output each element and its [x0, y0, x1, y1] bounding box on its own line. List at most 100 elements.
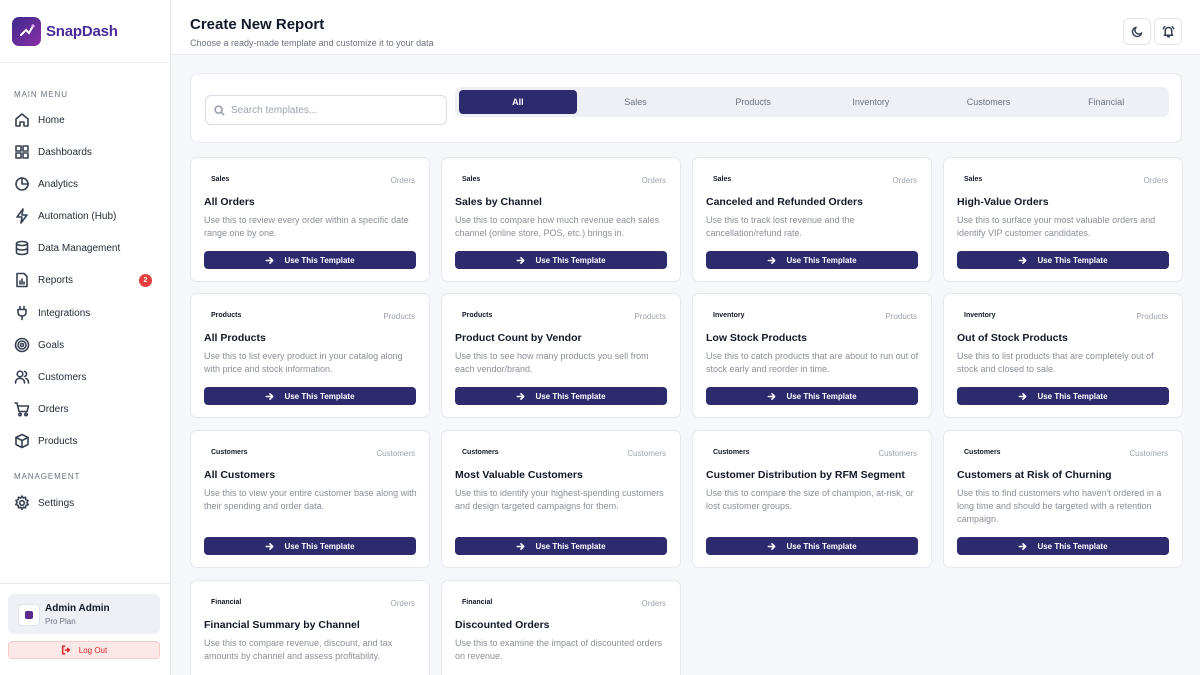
- template-title: All Customers: [204, 469, 276, 481]
- tab-inventory[interactable]: Inventory: [812, 90, 930, 114]
- template-source: Customers: [376, 449, 415, 458]
- template-source: Products: [885, 312, 917, 321]
- report-icon: [16, 272, 28, 288]
- sidebar-item-settings[interactable]: Settings: [14, 493, 164, 513]
- template-description: Use this to catch products that are abou…: [706, 351, 919, 374]
- template-source: Products: [1136, 312, 1168, 321]
- template-category: Inventory: [964, 312, 996, 319]
- template-description: Use this to view your entire customer ba…: [204, 488, 417, 511]
- template-category: Sales: [964, 176, 983, 183]
- template-source: Orders: [641, 176, 666, 185]
- template-title: Canceled and Refunded Orders: [706, 196, 863, 208]
- sidebar-item-label: Integrations: [38, 307, 91, 319]
- use-template-label: Use This Template: [786, 255, 857, 265]
- template-category: Products: [211, 312, 242, 319]
- template-source: Customers: [878, 449, 917, 458]
- use-template-button[interactable]: Use This Template: [204, 387, 416, 405]
- arrow-right-icon: [516, 542, 525, 550]
- use-template-button[interactable]: Use This Template: [706, 387, 918, 405]
- use-template-button[interactable]: Use This Template: [455, 537, 667, 555]
- use-template-button[interactable]: Use This Template: [455, 251, 667, 269]
- template-source: Orders: [892, 176, 917, 185]
- arrow-right-icon: [767, 392, 776, 400]
- template-description: Use this to compare how much revenue eac…: [455, 215, 660, 238]
- template-card: Customers Customers Most Valuable Customer…: [441, 430, 681, 568]
- template-title: All Products: [204, 332, 266, 344]
- cart-icon: [14, 402, 30, 417]
- template-card: Customers Customers Customer Distribution …: [692, 430, 932, 568]
- template-card: Sales Orders High-Value Orders Use this to …: [943, 157, 1183, 282]
- page-title: Create New Report: [190, 16, 325, 33]
- template-source: Orders: [390, 176, 415, 185]
- sidebar-item-home[interactable]: Home: [14, 110, 164, 130]
- template-description: Use this to track lost revenue and the c…: [706, 215, 855, 238]
- grid-icon: [15, 145, 29, 159]
- sidebar-item-customers[interactable]: Customers: [14, 367, 164, 387]
- use-template-label: Use This Template: [535, 391, 606, 401]
- template-category: Sales: [713, 176, 732, 183]
- template-category: Inventory: [713, 312, 745, 319]
- sidebar-item-label: Data Management: [38, 242, 121, 254]
- brand[interactable]: SnapDash: [0, 0, 170, 63]
- template-title: Most Valuable Customers: [455, 469, 583, 481]
- template-description: Use this to compare revenue, discount, a…: [204, 638, 393, 661]
- template-source: Orders: [641, 599, 666, 608]
- sidebar-item-goals[interactable]: Goals: [14, 335, 164, 355]
- use-template-label: Use This Template: [535, 255, 606, 265]
- bell-icon: [1162, 25, 1174, 38]
- template-title: Sales by Channel: [455, 196, 542, 208]
- sidebar-item-data-management[interactable]: Data Management: [14, 238, 164, 258]
- use-template-button[interactable]: Use This Template: [204, 537, 416, 555]
- user-card[interactable]: Admin Admin Pro Plan: [8, 594, 160, 634]
- sidebar-item-orders[interactable]: Orders: [14, 399, 164, 419]
- template-category: Customers: [964, 449, 1001, 456]
- logout-button[interactable]: Log Out: [8, 641, 160, 659]
- use-template-button[interactable]: Use This Template: [957, 537, 1169, 555]
- theme-toggle-button[interactable]: [1123, 18, 1151, 45]
- users-icon: [14, 370, 30, 384]
- template-title: All Orders: [204, 196, 255, 208]
- use-template-button[interactable]: Use This Template: [455, 387, 667, 405]
- sidebar-item-automation[interactable]: Automation (Hub): [14, 206, 164, 226]
- sidebar-item-reports[interactable]: Reports 2: [14, 270, 164, 290]
- template-description: Use this to surface your most valuable o…: [957, 215, 1156, 238]
- tab-products[interactable]: Products: [694, 90, 812, 114]
- template-category: Products: [462, 312, 493, 319]
- use-template-button[interactable]: Use This Template: [957, 251, 1169, 269]
- arrow-right-icon: [1018, 256, 1027, 264]
- avatar: [18, 604, 40, 626]
- arrow-right-icon: [1018, 542, 1027, 550]
- tab-customers[interactable]: Customers: [930, 90, 1048, 114]
- sidebar-item-integrations[interactable]: Integrations: [14, 303, 164, 323]
- tab-all[interactable]: All: [459, 90, 577, 114]
- use-template-label: Use This Template: [284, 255, 355, 265]
- template-card: Products Products All Products Use this to …: [190, 293, 430, 418]
- lightning-icon: [16, 208, 28, 224]
- tab-sales[interactable]: Sales: [577, 90, 695, 114]
- template-category: Financial: [211, 599, 242, 606]
- notifications-button[interactable]: [1154, 18, 1182, 45]
- tab-financial[interactable]: Financial: [1047, 90, 1165, 114]
- use-template-button[interactable]: Use This Template: [204, 251, 416, 269]
- home-icon: [15, 113, 29, 127]
- use-template-label: Use This Template: [786, 541, 857, 551]
- sidebar-item-analytics[interactable]: Analytics: [14, 174, 164, 194]
- template-category: Sales: [462, 176, 481, 183]
- use-template-label: Use This Template: [535, 541, 606, 551]
- template-description: Use this to see how many products you se…: [455, 351, 649, 374]
- sidebar-item-products[interactable]: Products: [14, 431, 164, 451]
- use-template-button[interactable]: Use This Template: [957, 387, 1169, 405]
- logo-icon: [12, 16, 41, 46]
- use-template-button[interactable]: Use This Template: [706, 537, 918, 555]
- template-source: Products: [634, 312, 666, 321]
- arrow-right-icon: [265, 542, 274, 550]
- search-input[interactable]: [231, 104, 441, 116]
- search-box[interactable]: [205, 95, 447, 125]
- sidebar-item-dashboards[interactable]: Dashboards: [14, 142, 164, 162]
- use-template-button[interactable]: Use This Template: [706, 251, 918, 269]
- template-source: Orders: [1143, 176, 1168, 185]
- user-name: Admin Admin: [45, 603, 110, 614]
- main-menu-label: MAIN MENU: [14, 90, 68, 99]
- sidebar-item-label: Orders: [38, 403, 69, 415]
- template-category: Customers: [713, 449, 750, 456]
